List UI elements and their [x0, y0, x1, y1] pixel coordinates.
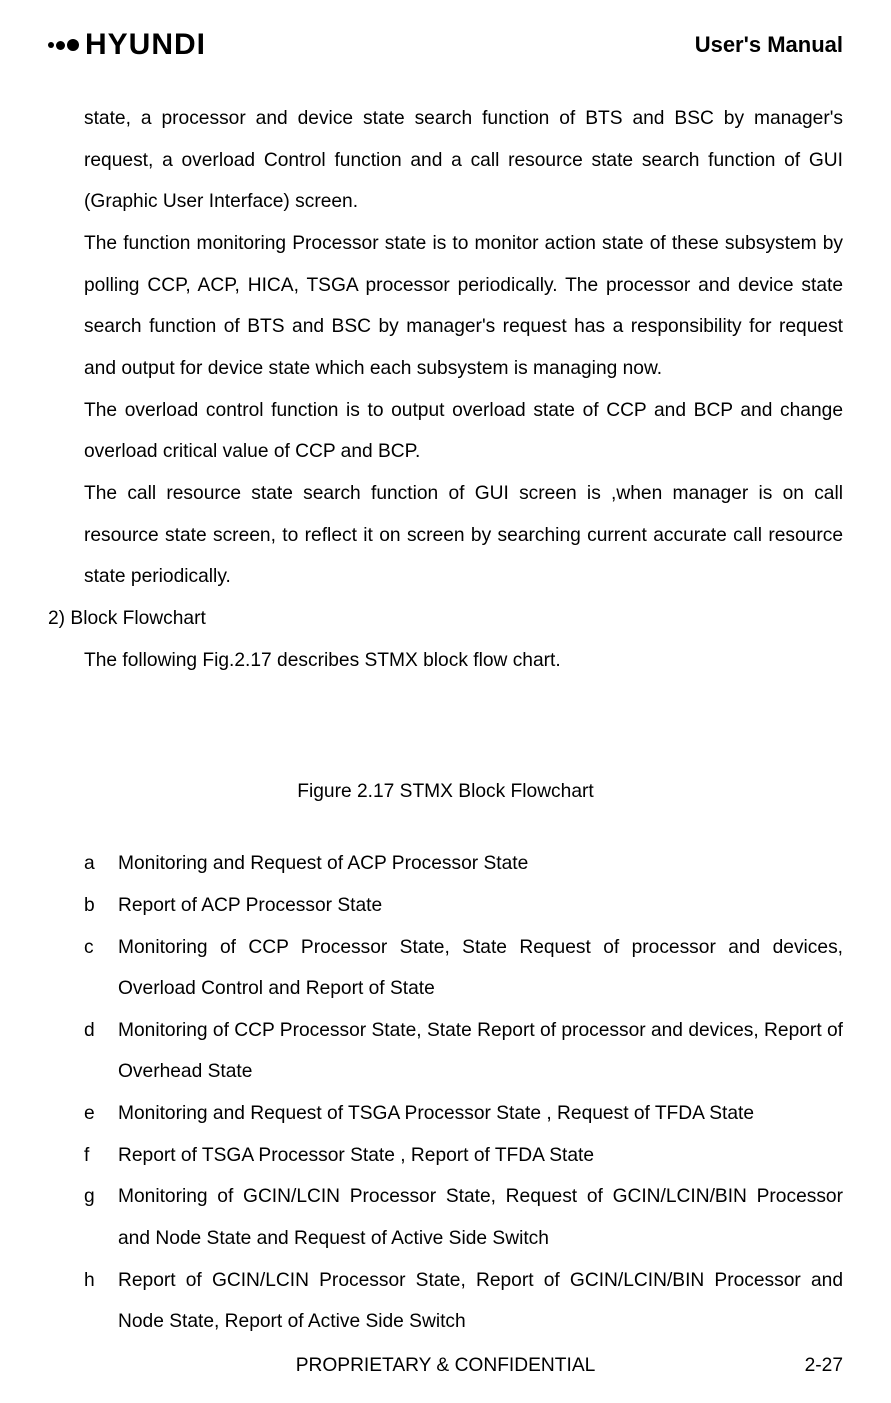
paragraph-5: The following Fig.2.17 describes STMX bl…	[84, 640, 843, 682]
list-item: d Monitoring of CCP Processor State, Sta…	[84, 1010, 843, 1093]
list-text: Monitoring of CCP Processor State, State…	[118, 927, 843, 1010]
list-item: c Monitoring of CCP Processor State, Sta…	[84, 927, 843, 1010]
manual-title: User's Manual	[695, 32, 843, 58]
list-text: Report of TSGA Processor State , Report …	[118, 1135, 843, 1177]
footer-center: PROPRIETARY & CONFIDENTIAL	[0, 1355, 891, 1377]
list-text: Monitoring and Request of TSGA Processor…	[118, 1093, 843, 1135]
list-marker: c	[84, 927, 118, 1010]
list-marker: g	[84, 1176, 118, 1259]
paragraph-3: The overload control function is to outp…	[84, 390, 843, 473]
list-item: e Monitoring and Request of TSGA Process…	[84, 1093, 843, 1135]
logo-icon	[48, 39, 79, 51]
list-text: Report of ACP Processor State	[118, 885, 843, 927]
list-text: Monitoring of GCIN/LCIN Processor State,…	[118, 1176, 843, 1259]
paragraph-1: state, a processor and device state sear…	[84, 98, 843, 223]
definition-list: a Monitoring and Request of ACP Processo…	[84, 843, 843, 1343]
section-heading: 2) Block Flowchart	[48, 598, 843, 640]
list-item: f Report of TSGA Processor State , Repor…	[84, 1135, 843, 1177]
paragraph-2: The function monitoring Processor state …	[84, 223, 843, 390]
list-marker: e	[84, 1093, 118, 1135]
list-item: b Report of ACP Processor State	[84, 885, 843, 927]
list-text: Monitoring of CCP Processor State, State…	[118, 1010, 843, 1093]
list-marker: a	[84, 843, 118, 885]
paragraph-4: The call resource state search function …	[84, 473, 843, 598]
brand-text: HYUNDI	[85, 30, 206, 60]
list-text: Monitoring and Request of ACP Processor …	[118, 843, 843, 885]
list-marker: b	[84, 885, 118, 927]
brand-logo: HYUNDI	[48, 30, 206, 60]
list-item: h Report of GCIN/LCIN Processor State, R…	[84, 1260, 843, 1343]
list-text: Report of GCIN/LCIN Processor State, Rep…	[118, 1260, 843, 1343]
list-marker: h	[84, 1260, 118, 1343]
figure-caption: Figure 2.17 STMX Block Flowchart	[48, 781, 843, 803]
list-marker: f	[84, 1135, 118, 1177]
page-number: 2-27	[805, 1355, 843, 1377]
page-header: HYUNDI User's Manual	[48, 30, 843, 60]
list-item: g Monitoring of GCIN/LCIN Processor Stat…	[84, 1176, 843, 1259]
list-item: a Monitoring and Request of ACP Processo…	[84, 843, 843, 885]
list-marker: d	[84, 1010, 118, 1093]
